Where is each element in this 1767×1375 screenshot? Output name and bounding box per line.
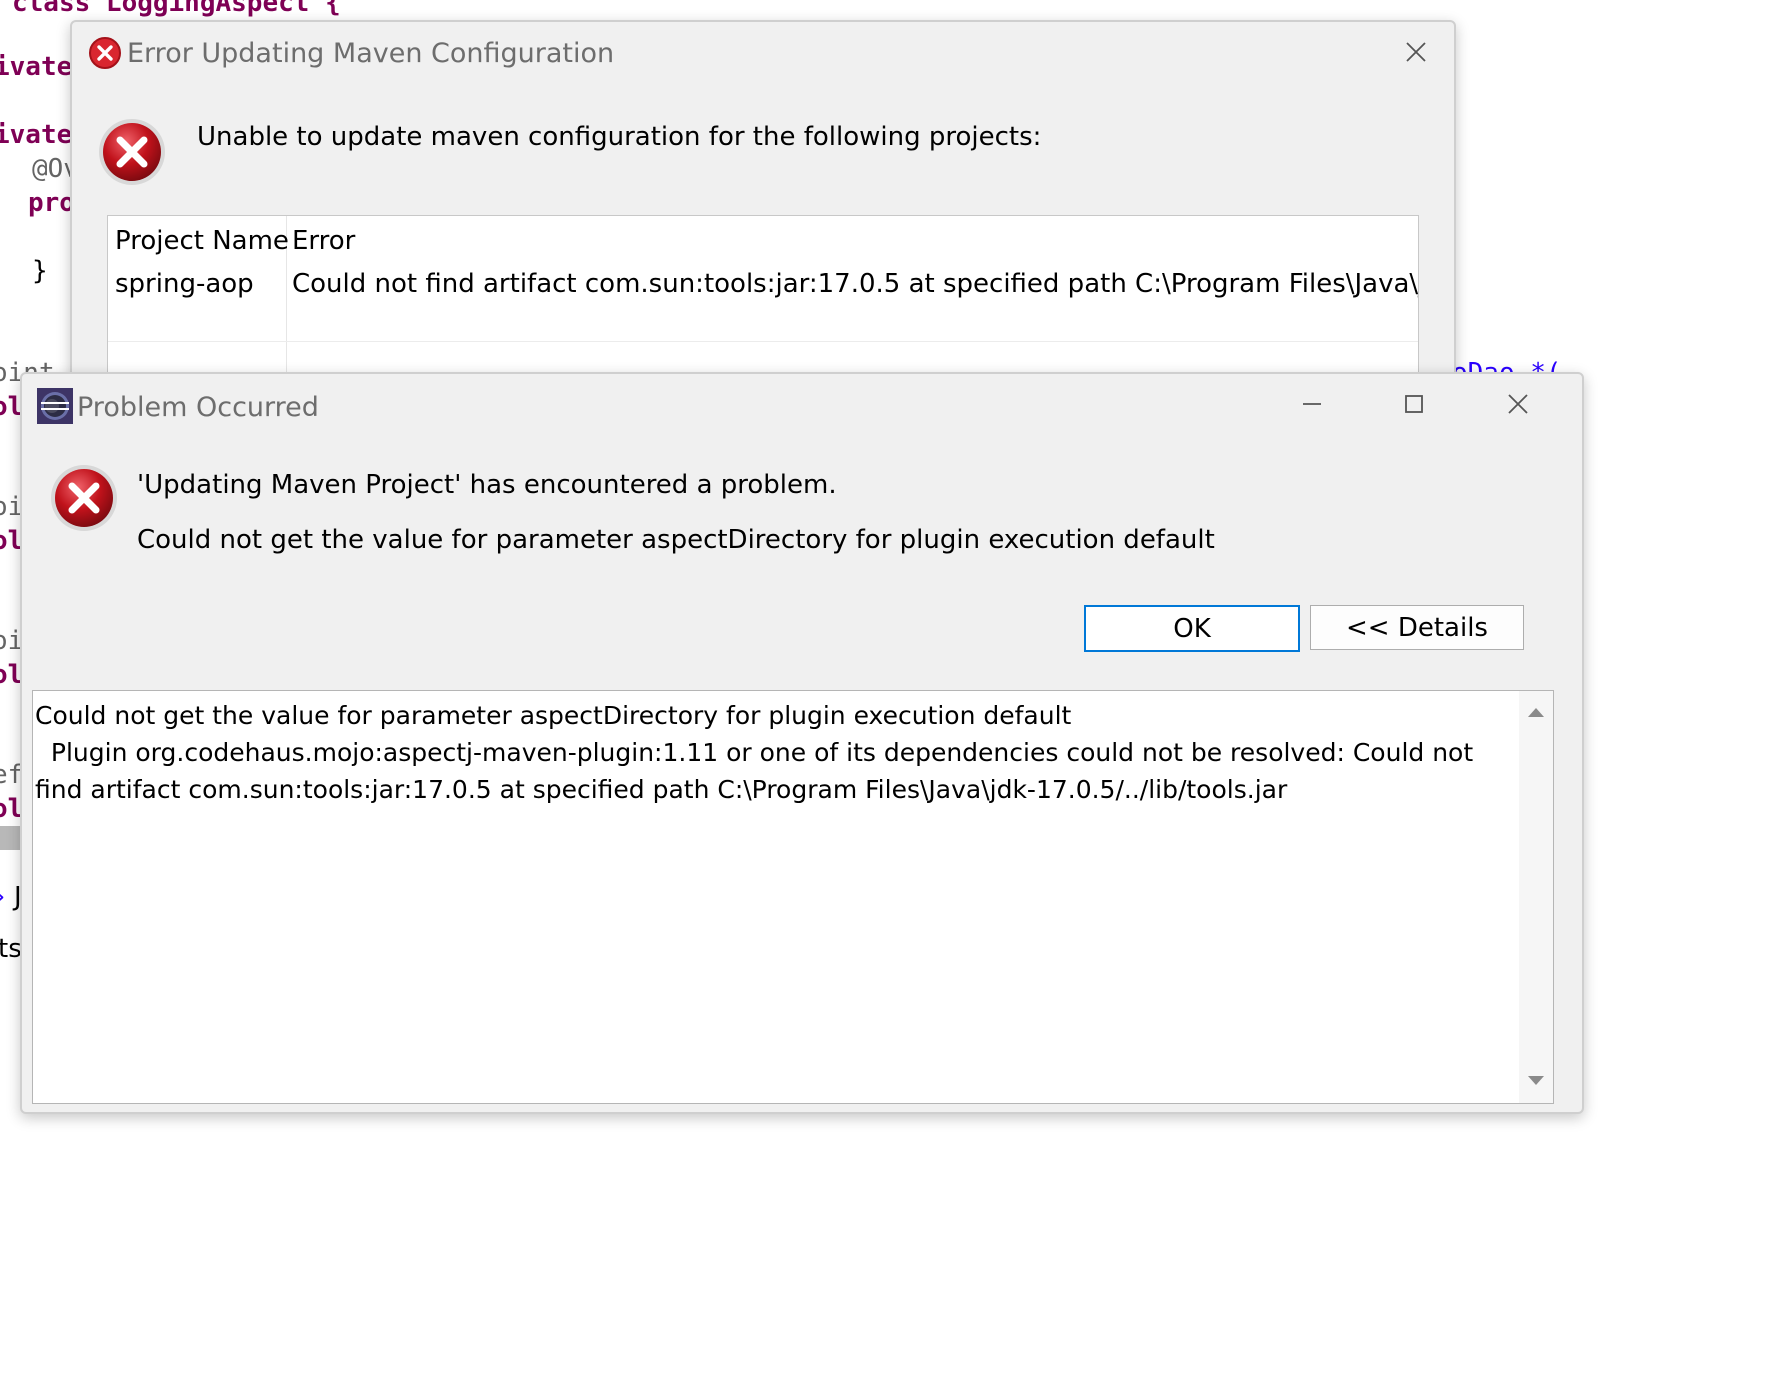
dialog-title: Problem Occurred — [77, 392, 319, 423]
details-text-area[interactable]: Could not get the value for parameter as… — [32, 690, 1554, 1104]
dialog-titlebar: Problem Occurred — [22, 374, 1582, 440]
error-icon — [48, 462, 120, 538]
problem-occurred-dialog: Problem Occurred 'Updating Maven Project… — [20, 372, 1584, 1114]
code-fragment: ivate — [0, 120, 73, 150]
minimize-button[interactable] — [1282, 376, 1342, 436]
close-button[interactable] — [1386, 24, 1446, 84]
close-icon — [1405, 41, 1427, 67]
editor-scroll-mark — [0, 826, 22, 850]
error-icon — [96, 116, 168, 192]
ok-button[interactable]: OK — [1084, 605, 1300, 652]
error-icon — [88, 36, 122, 74]
code-fragment: ts — [0, 934, 22, 964]
code-fragment: } — [32, 256, 48, 286]
eclipse-icon — [37, 388, 73, 428]
scroll-up-arrow-icon[interactable] — [1527, 703, 1545, 722]
code-fragment: pro — [28, 188, 75, 218]
column-header-project-name[interactable]: Project Name — [115, 226, 289, 256]
close-icon — [1507, 393, 1529, 419]
project-name-cell: spring-aop — [115, 269, 254, 299]
code-line-class: class LoggingAspect { — [12, 0, 341, 18]
maximize-icon — [1403, 393, 1425, 419]
row-divider — [108, 341, 1418, 342]
column-header-error[interactable]: Error — [292, 226, 355, 256]
details-button[interactable]: << Details — [1310, 605, 1524, 650]
close-button[interactable] — [1488, 376, 1548, 436]
dialog-title: Error Updating Maven Configuration — [127, 38, 615, 69]
details-scrollbar[interactable] — [1519, 691, 1553, 1103]
problem-detail-summary: Could not get the value for parameter as… — [137, 525, 1215, 555]
minimize-icon — [1301, 393, 1323, 419]
scroll-down-arrow-icon[interactable] — [1527, 1072, 1545, 1091]
projects-table: Project Name Error spring-aop Could not … — [107, 215, 1419, 387]
error-cell: Could not find artifact com.sun:tools:ja… — [292, 269, 1419, 299]
problem-message: 'Updating Maven Project' has encountered… — [137, 470, 837, 500]
maximize-button[interactable] — [1384, 376, 1444, 436]
dialog-message: Unable to update maven configuration for… — [197, 122, 1042, 152]
code-fragment: ivate — [0, 52, 73, 82]
details-text: Could not get the value for parameter as… — [35, 701, 1474, 804]
dialog-titlebar: Error Updating Maven Configuration — [72, 22, 1454, 88]
code-fragment: › — [0, 884, 8, 910]
